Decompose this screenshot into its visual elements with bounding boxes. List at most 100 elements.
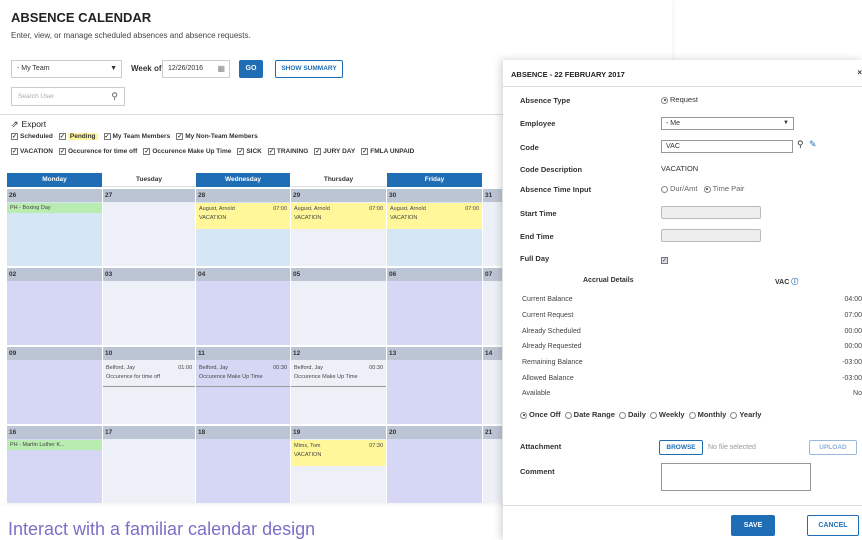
absence-event[interactable]: Belford, Jay 00:30 Occurence Make Up Time	[291, 362, 386, 387]
filter-scheduled[interactable]: ✓ Scheduled	[11, 133, 53, 140]
checkbox-checked-icon[interactable]: ✓	[661, 257, 668, 265]
day-cell[interactable]: 29 August, Arnold 07:00 VACATION	[291, 189, 387, 266]
day-cell[interactable]: 07	[483, 268, 503, 345]
week-date-input[interactable]: 12/26/2016 ▦	[162, 60, 230, 78]
page-title: ABSENCE CALENDAR	[11, 10, 152, 25]
radio-weekly[interactable]: Weekly	[649, 410, 685, 419]
day-cell[interactable]: 18	[196, 426, 291, 503]
checkbox-checked-icon[interactable]: ✓	[314, 148, 322, 155]
day-cell[interactable]: 31	[483, 189, 503, 266]
end-time-input[interactable]	[661, 229, 761, 242]
day-cell[interactable]: 09	[7, 347, 103, 424]
absence-event[interactable]: Belford, Jay 01:00 Occurence for time off	[103, 362, 195, 387]
checkbox-checked-icon[interactable]: ✓	[11, 148, 18, 155]
day-cell[interactable]: 13	[387, 347, 483, 424]
absence-type-radio[interactable]: Request	[661, 95, 698, 104]
day-cell[interactable]: 14	[483, 347, 503, 424]
radio-dur-amt[interactable]: Dur/Amt	[661, 184, 698, 193]
filter-training[interactable]: ✓ TRAINING	[267, 148, 308, 155]
absence-event[interactable]: August, Arnold 07:00 VACATION	[291, 203, 386, 229]
team-select[interactable]: - My Team ▼	[11, 60, 122, 78]
show-summary-button[interactable]: SHOW SUMMARY	[275, 60, 343, 78]
export-link[interactable]: ⇗ Export	[11, 119, 46, 130]
radio-date-range[interactable]: Date Range	[564, 410, 615, 419]
checkbox-checked-icon[interactable]: ✓	[361, 148, 369, 155]
day-cell[interactable]: 05	[291, 268, 387, 345]
radio-unselected-icon[interactable]	[688, 411, 696, 419]
holiday-event[interactable]: PH - Boxing Day	[7, 203, 102, 213]
day-cell[interactable]: 04	[196, 268, 291, 345]
checkbox-checked-icon[interactable]: ✓	[267, 148, 275, 155]
filter-sick[interactable]: ✓ SICK	[237, 148, 262, 155]
day-cell[interactable]: 28 August, Arnold 07:00 VACATION	[196, 189, 291, 266]
day-cell[interactable]: 12 Belford, Jay 00:30 Occurence Make Up T…	[291, 347, 387, 424]
radio-selected-icon[interactable]	[661, 96, 668, 104]
absence-event[interactable]: Mims, Tom 07:30 VACATION	[291, 440, 386, 466]
upload-button[interactable]: UPLOAD	[809, 440, 857, 455]
checkbox-checked-icon[interactable]: ✓	[58, 133, 66, 140]
radio-selected-icon[interactable]	[703, 185, 711, 193]
radio-unselected-icon[interactable]	[730, 411, 738, 419]
code-input[interactable]: VAC	[661, 140, 793, 153]
checkbox-checked-icon[interactable]: ✓	[11, 133, 18, 140]
filter-occurence-time-off[interactable]: ✓ Occurence for time off	[58, 148, 137, 155]
browse-button[interactable]: BROWSE	[659, 440, 703, 455]
day-header-monday: Monday	[7, 173, 102, 187]
day-cell[interactable]: 16 PH - Martin Luther K...	[7, 426, 103, 503]
info-icon[interactable]: ⓘ	[791, 279, 798, 286]
radio-unselected-icon[interactable]	[661, 185, 668, 193]
close-icon[interactable]: ×	[857, 68, 862, 77]
search-icon[interactable]: ⚲	[797, 139, 804, 150]
checkbox-checked-icon[interactable]: ✓	[103, 133, 111, 140]
radio-time-pair[interactable]: Time Pair	[703, 184, 744, 193]
search-icon[interactable]: ⚲	[111, 91, 118, 102]
filter-occurence-make-up[interactable]: ✓ Occurence Make Up Time	[143, 148, 231, 155]
calendar-icon[interactable]: ▦	[217, 64, 225, 73]
checkbox-checked-icon[interactable]: ✓	[58, 148, 66, 155]
radio-unselected-icon[interactable]	[649, 411, 657, 419]
day-cell[interactable]: 21	[483, 426, 503, 503]
day-cell[interactable]: 30 August, Arnold 07:00 VACATION	[387, 189, 483, 266]
absence-event[interactable]: August, Arnold 07:00 VACATION	[387, 203, 482, 229]
day-cell[interactable]: 26 PH - Boxing Day	[7, 189, 103, 266]
radio-monthly[interactable]: Monthly	[688, 410, 726, 419]
employee-select[interactable]: - Me ▼	[661, 117, 794, 130]
day-cell[interactable]: 17	[103, 426, 196, 503]
caret-down-icon: ▼	[783, 120, 789, 126]
filter-fmla-unpaid[interactable]: ✓ FMLA UNPAID	[361, 148, 414, 155]
checkbox-checked-icon[interactable]: ✓	[237, 148, 245, 155]
start-time-input[interactable]	[661, 206, 761, 219]
day-cell[interactable]: 19 Mims, Tom 07:30 VACATION	[291, 426, 387, 503]
absence-event[interactable]: Belford, Jay 00:30 Occurence Make Up Time	[196, 362, 290, 387]
accrual-row: Available No	[522, 390, 862, 397]
radio-once-off[interactable]: Once Off	[520, 410, 561, 419]
filter-jury-day[interactable]: ✓ JURY DAY	[314, 148, 355, 155]
comment-textarea[interactable]	[661, 463, 811, 491]
day-cell[interactable]: 02	[7, 268, 103, 345]
day-cell[interactable]: 11 Belford, Jay 00:30 Occurence Make Up T…	[196, 347, 291, 424]
filter-pending[interactable]: ✓ Pending	[58, 133, 98, 141]
filter-my-team[interactable]: ✓ My Team Members	[103, 133, 170, 140]
holiday-event[interactable]: PH - Martin Luther K...	[7, 440, 102, 450]
edit-pencil-icon[interactable]: ✎	[809, 139, 817, 150]
filter-vacation[interactable]: ✓ VACATION	[11, 148, 53, 155]
radio-unselected-icon[interactable]	[618, 411, 626, 419]
save-button[interactable]: SAVE	[731, 515, 775, 536]
day-cell[interactable]: 20	[387, 426, 483, 503]
checkbox-checked-icon[interactable]: ✓	[176, 133, 184, 140]
day-cell[interactable]: 27	[103, 189, 196, 266]
absence-event[interactable]: August, Arnold 07:00 VACATION	[196, 203, 290, 229]
radio-daily[interactable]: Daily	[618, 410, 646, 419]
day-cell[interactable]: 03	[103, 268, 196, 345]
full-day-checkbox[interactable]: ✓	[661, 252, 670, 270]
search-user-input[interactable]: Search User ⚲	[11, 87, 125, 106]
filter-non-team[interactable]: ✓ My Non-Team Members	[176, 133, 258, 140]
day-cell[interactable]: 10 Belford, Jay 01:00 Occurence for time …	[103, 347, 196, 424]
cancel-button[interactable]: CANCEL	[807, 515, 859, 536]
day-cell[interactable]: 06	[387, 268, 483, 345]
radio-selected-icon[interactable]	[520, 411, 527, 419]
radio-unselected-icon[interactable]	[564, 411, 572, 419]
go-button[interactable]: GO	[239, 60, 263, 78]
checkbox-checked-icon[interactable]: ✓	[143, 148, 151, 155]
radio-yearly[interactable]: Yearly	[730, 410, 761, 419]
